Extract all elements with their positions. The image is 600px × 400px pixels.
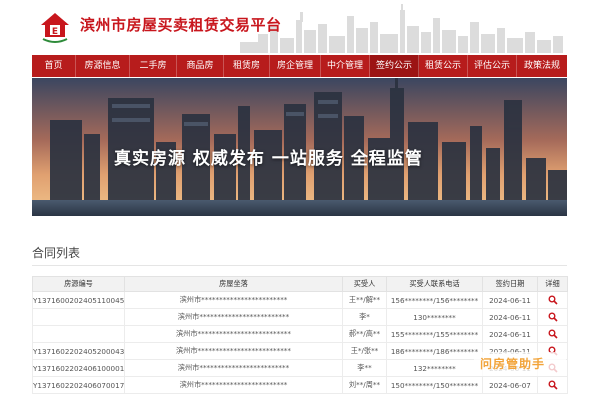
cell-no: Y137160020240511004​5 <box>32 291 125 309</box>
nav-item[interactable]: 签约公示 <box>370 55 419 77</box>
col-header-detail: 详细 <box>537 276 568 292</box>
cell-address: 滨州市************************* <box>124 359 343 377</box>
site-title: 滨州市房屋买卖租赁交易平台 <box>80 16 282 34</box>
table-row: 滨州市************************* 李* 130*******… <box>32 308 568 326</box>
nav-item[interactable]: 商品房 <box>177 55 224 77</box>
cell-address: 滨州市************************** <box>124 342 343 360</box>
cell-phone: 186********/186******** <box>386 342 483 360</box>
cell-phone: 132******** <box>386 359 483 377</box>
contract-list-title: 合同列表 <box>32 246 81 260</box>
cell-buyer: 郝**/高** <box>342 325 387 343</box>
col-header-phone: 买受人联系电话 <box>386 276 483 292</box>
nav-item[interactable]: 首页 <box>32 55 76 77</box>
cell-address: 滨州市************************* <box>124 308 343 326</box>
nav-item[interactable]: 政策法规 <box>517 55 567 77</box>
magnifier-icon[interactable] <box>548 380 558 390</box>
cell-detail <box>537 308 568 326</box>
cell-date: 2024-06-11 <box>482 308 538 326</box>
watermark: 问房管助手 <box>474 352 566 376</box>
nav-item[interactable]: 评估公示 <box>468 55 517 77</box>
site-header: E 滨州市房屋买卖租赁交易平台 <box>0 0 600 53</box>
banner-slogan: 真实房源 权威发布 一站服务 全程监管 <box>114 149 423 169</box>
cell-no <box>32 308 125 326</box>
cell-no: Y137160220240607001​7 <box>32 376 125 394</box>
cell-address: 滨州市************************ <box>124 376 343 394</box>
nav-item[interactable]: 二手房 <box>130 55 177 77</box>
magnifier-icon[interactable] <box>548 312 558 322</box>
nav-item[interactable]: 租赁房 <box>224 55 270 77</box>
cell-date: 2024-06-11 <box>482 325 538 343</box>
cell-detail <box>537 325 568 343</box>
table-row: Y137160220240607001​7 滨州市****************… <box>32 376 568 394</box>
nav-item[interactable]: 房企管理 <box>270 55 321 77</box>
nav-item[interactable]: 房源信息 <box>76 55 130 77</box>
cell-phone: 130******** <box>386 308 483 326</box>
cell-buyer: 李* <box>342 308 387 326</box>
cell-detail <box>537 376 568 394</box>
cell-address: 滨州市************************ <box>124 291 343 309</box>
skyline-decoration <box>240 4 563 53</box>
cell-address: 滨州市************************** <box>124 325 343 343</box>
col-header-no: 房源编号 <box>32 276 125 292</box>
magnifier-icon[interactable] <box>548 329 558 339</box>
contract-table: 房源编号 房屋坐落 买受人 买受人联系电话 签约日期 详细 Y137160020… <box>32 276 568 394</box>
svg-text:E: E <box>52 27 58 37</box>
magnifier-icon[interactable] <box>548 295 558 305</box>
cell-date: 2024-06-11 <box>482 291 538 309</box>
cell-buyer: 王*/张** <box>342 342 387 360</box>
cell-date: 2024-06-07 <box>482 376 538 394</box>
house-logo-icon: E <box>41 13 69 43</box>
col-header-buyer: 买受人 <box>342 276 387 292</box>
cell-phone: 155********/155******** <box>386 325 483 343</box>
table-header-row: 房源编号 房屋坐落 买受人 买受人联系电话 签约日期 详细 <box>32 276 568 292</box>
table-row: Y137160020240511004​5 滨州市****************… <box>32 291 568 309</box>
watermark-text: 问房管助手 <box>480 357 546 371</box>
main-nav: 首页 房源信息 二手房 商品房 租赁房 房企管理 中介管理 签约公示 租赁公示 评估公示 政策法规 <box>32 55 567 77</box>
cell-detail <box>537 291 568 309</box>
cell-buyer: 李** <box>342 359 387 377</box>
cell-buyer: 刘**/周** <box>342 376 387 394</box>
cell-buyer: 王**/解** <box>342 291 387 309</box>
nav-item[interactable]: 中介管理 <box>321 55 370 77</box>
cell-no: Y137160220240520004​3 <box>32 342 125 360</box>
cell-phone: 150********/150******** <box>386 376 483 394</box>
divider <box>32 265 567 266</box>
nav-item[interactable]: 租赁公示 <box>419 55 468 77</box>
cell-phone: 156********/156******** <box>386 291 483 309</box>
col-header-address: 房屋坐落 <box>124 276 343 292</box>
table-row: 滨州市************************** 郝**/高** 155*… <box>32 325 568 343</box>
cell-no <box>32 325 125 343</box>
col-header-date: 签约日期 <box>482 276 538 292</box>
cell-no: Y137160220240610000​1X <box>32 359 125 377</box>
hero-banner: 真实房源 权威发布 一站服务 全程监管 <box>32 78 567 216</box>
